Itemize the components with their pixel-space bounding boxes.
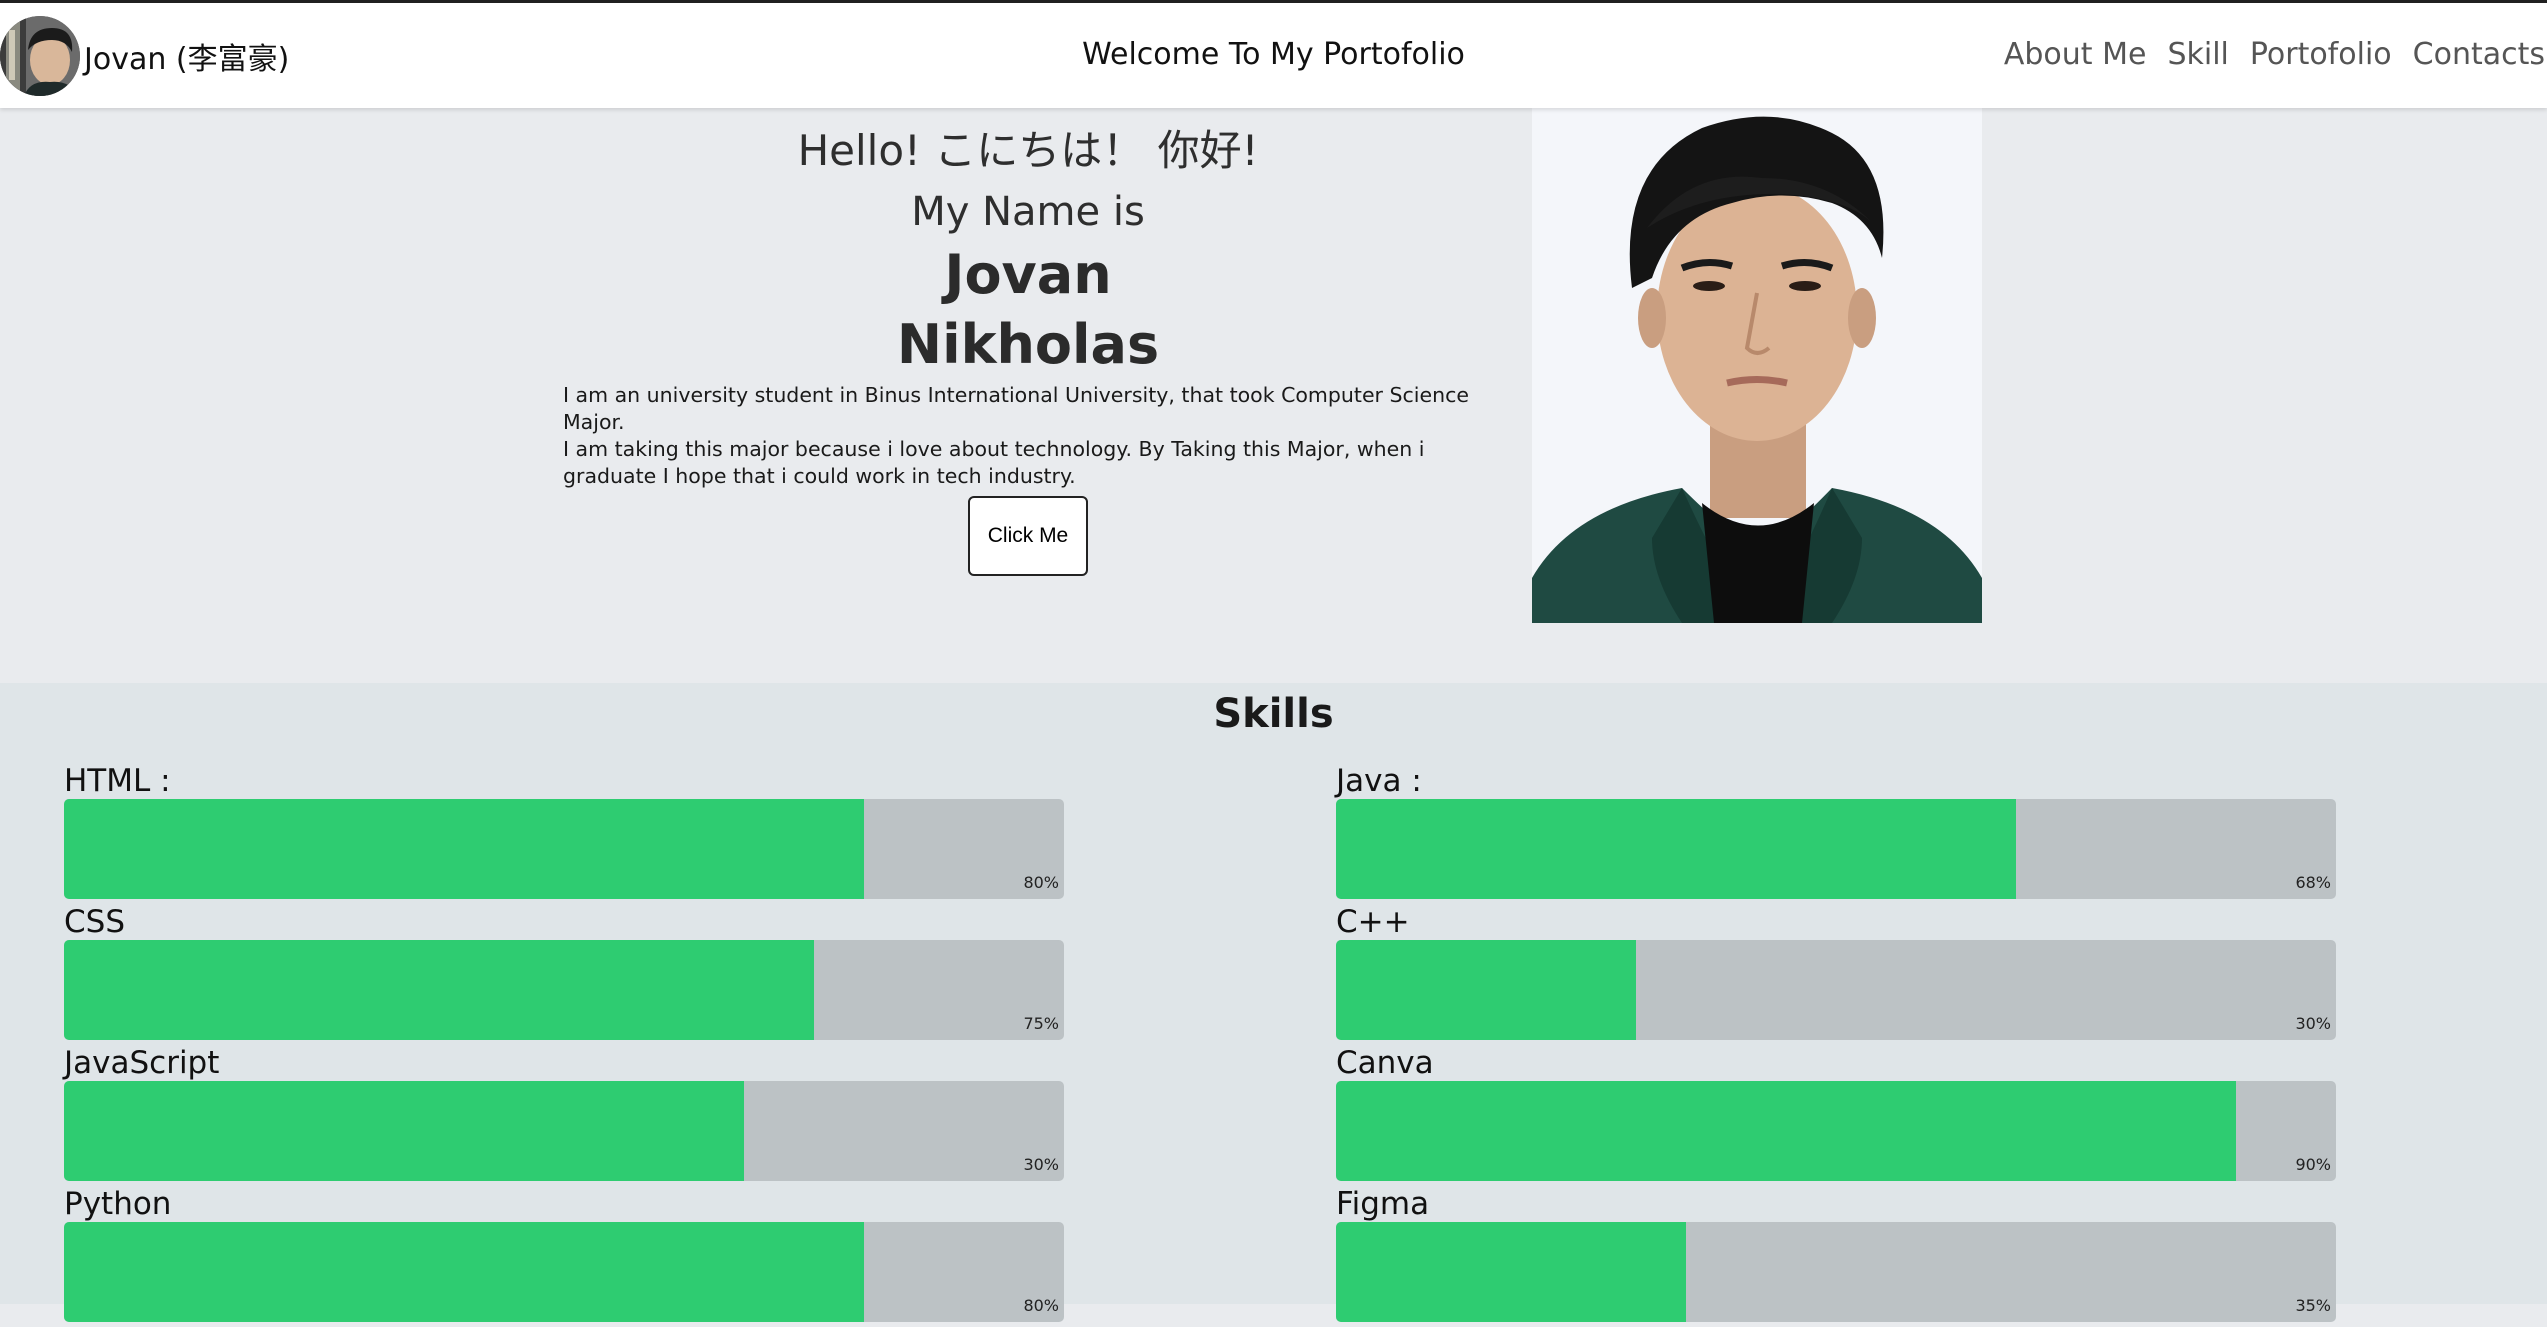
skill-html: HTML : 80% [64,763,1064,904]
progress-bar: 68% [1336,799,2336,899]
progress-fill [64,799,864,899]
bio: I am an university student in Binus Inte… [563,382,1493,490]
intro-block: Hello! こにちは！ 你好! My Name is Jovan Nikhol… [563,108,1493,576]
skill-label: CSS [64,904,126,940]
skill-label: Java : [1336,763,1422,799]
navbar: Jovan (李富豪) Welcome To My Portofolio Abo… [0,0,2547,108]
name-intro: My Name is [911,189,1145,235]
greeting: Hello! こにちは！ 你好! [797,126,1259,175]
skill-label: Canva [1336,1045,1434,1081]
bio-line: I am taking this major because i love ab… [563,437,1425,488]
skill-label: Figma [1336,1186,1430,1222]
progress-bar: 75% [64,940,1064,1040]
progress-percent: 80% [1023,1296,1059,1315]
progress-fill [64,1222,864,1322]
progress-percent: 68% [2295,873,2331,892]
skill-figma: Figma 35% [1336,1186,2336,1327]
about-section: Hello! こにちは！ 你好! My Name is Jovan Nikhol… [0,108,2547,683]
avatar-image [0,16,80,96]
skill-css: CSS 75% [64,904,1064,1045]
skill-cpp: C++ 30% [1336,904,2336,1045]
progress-bar: 90% [1336,1081,2336,1181]
profile-photo [1532,108,1982,623]
skill-python: Python 80% [64,1186,1064,1327]
progress-fill [64,1081,744,1181]
skill-canva: Canva 90% [1336,1045,2336,1186]
last-name: Nikholas [896,313,1160,376]
progress-percent: 30% [2295,1014,2331,1033]
skill-label: HTML : [64,763,171,799]
nav-links: About Me Skill Portofolio Contacts [1983,37,2545,72]
progress-bar: 80% [64,1222,1064,1322]
progress-percent: 30% [1023,1155,1059,1174]
skill-javascript: JavaScript 30% [64,1045,1064,1186]
progress-percent: 75% [1023,1014,1059,1033]
page-title: Welcome To My Portofolio [1082,37,1465,72]
progress-fill [1336,799,2016,899]
skills-title: Skills [1213,691,1334,737]
skill-label: C++ [1336,904,1410,940]
skill-label: Python [64,1186,172,1222]
nav-link-contacts[interactable]: Contacts [2413,37,2545,72]
progress-fill [1336,1081,2236,1181]
skills-section: Skills HTML : 80% CSS 75% JavaScript 30%… [0,683,2547,1322]
progress-bar: 30% [1336,940,2336,1040]
avatar [0,16,80,96]
brand-link[interactable]: Jovan (李富豪) [0,14,289,98]
progress-fill [1336,940,1636,1040]
first-name: Jovan [944,243,1112,306]
skills-right-column: Java : 68% C++ 30% Canva 90% Figma 35% [1336,763,2336,1327]
progress-bar: 35% [1336,1222,2336,1322]
nav-link-about-me[interactable]: About Me [2004,37,2147,72]
skill-java: Java : 68% [1336,763,2336,904]
brand-name: Jovan (李富豪) [84,42,290,77]
skill-label: JavaScript [64,1045,220,1081]
progress-percent: 90% [2295,1155,2331,1174]
nav-link-portofolio[interactable]: Portofolio [2250,37,2392,72]
click-me-button[interactable]: Click Me [968,496,1088,576]
progress-fill [1336,1222,1686,1322]
progress-percent: 35% [2295,1296,2331,1315]
skills-left-column: HTML : 80% CSS 75% JavaScript 30% Python [64,763,1064,1327]
nav-link-skill[interactable]: Skill [2167,37,2228,72]
progress-bar: 80% [64,799,1064,899]
progress-bar: 30% [64,1081,1064,1181]
bio-line: I am an university student in Binus Inte… [563,383,1469,434]
progress-fill [64,940,814,1040]
progress-percent: 80% [1023,873,1059,892]
